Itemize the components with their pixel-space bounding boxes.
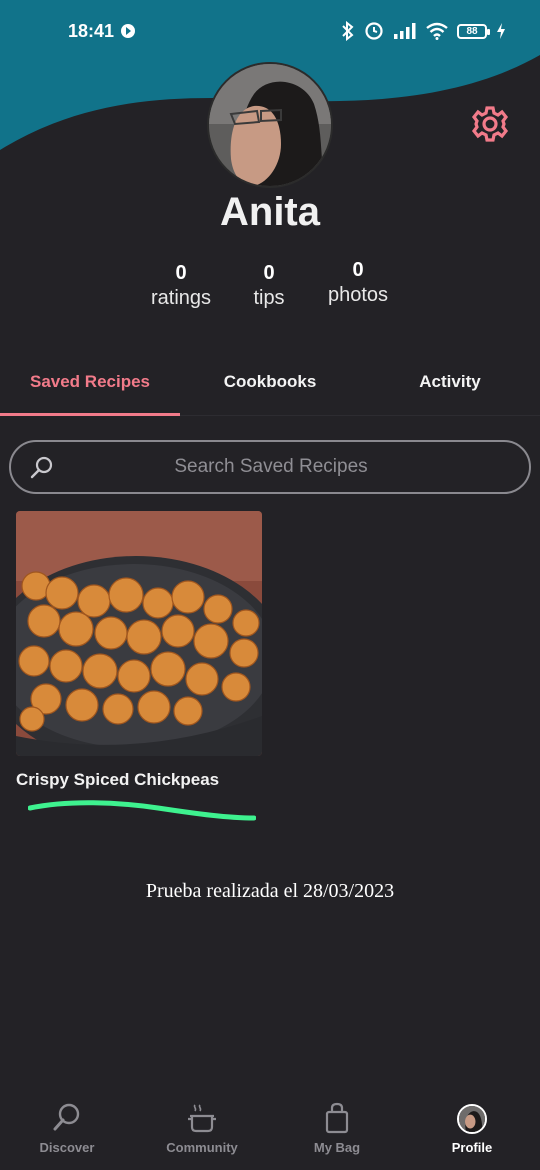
notification-icon bbox=[121, 24, 136, 38]
search-icon bbox=[30, 456, 53, 479]
search-icon bbox=[53, 1103, 80, 1131]
profile-avatar[interactable] bbox=[207, 62, 333, 188]
profile-tabs: Saved Recipes Cookbooks Activity bbox=[0, 360, 540, 416]
avatar-photo bbox=[209, 64, 331, 186]
status-icons: 88 bbox=[341, 21, 506, 41]
recipe-image bbox=[16, 511, 262, 756]
status-time-group: 18:41 bbox=[68, 21, 136, 42]
avatar-icon bbox=[457, 1104, 487, 1134]
search-input[interactable] bbox=[71, 452, 471, 482]
tab-activity[interactable]: Activity bbox=[360, 372, 540, 392]
stat-photos[interactable]: 0 photos bbox=[318, 259, 398, 307]
stat-ratings-value: 0 bbox=[175, 262, 187, 284]
recipe-card[interactable]: Crispy Spiced Chickpeas bbox=[16, 511, 262, 790]
nav-my-bag[interactable]: My Bag bbox=[282, 1092, 392, 1155]
active-tab-indicator bbox=[0, 413, 180, 416]
tab-cookbooks[interactable]: Cookbooks bbox=[180, 372, 360, 392]
bluetooth-icon bbox=[342, 21, 354, 41]
signal-icon bbox=[394, 23, 416, 39]
nav-profile-label: Profile bbox=[451, 1140, 493, 1155]
alarm-icon bbox=[365, 22, 383, 40]
status-bar: 18:41 88 bbox=[0, 0, 540, 62]
gear-icon[interactable] bbox=[470, 104, 510, 144]
stat-tips-value: 0 bbox=[263, 262, 275, 284]
shopping-bag-icon bbox=[325, 1102, 349, 1134]
nav-discover[interactable]: Discover bbox=[12, 1092, 122, 1155]
nav-my-bag-label: My Bag bbox=[313, 1140, 361, 1155]
stat-tips-label: tips bbox=[253, 287, 285, 309]
search-bar[interactable] bbox=[9, 440, 531, 494]
stat-ratings-label: ratings bbox=[150, 287, 212, 309]
nav-discover-label: Discover bbox=[39, 1140, 95, 1155]
charging-icon bbox=[497, 23, 505, 39]
test-date-note: Prueba realizada el 28/03/2023 bbox=[145, 880, 395, 902]
recipe-title[interactable]: Crispy Spiced Chickpeas bbox=[16, 770, 262, 790]
stat-ratings[interactable]: 0 ratings bbox=[141, 262, 221, 310]
profile-stats: 0 ratings 0 tips 0 photos bbox=[0, 259, 540, 322]
profile-name: Anita bbox=[220, 190, 320, 234]
nav-community[interactable]: Community bbox=[147, 1092, 257, 1155]
battery-level: 88 bbox=[466, 25, 478, 37]
bottom-nav: Discover Community My Bag Profile bbox=[0, 1092, 540, 1170]
wifi-icon bbox=[426, 22, 448, 40]
stat-photos-value: 0 bbox=[352, 259, 364, 281]
status-time: 18:41 bbox=[68, 20, 115, 41]
tab-saved-recipes[interactable]: Saved Recipes bbox=[0, 372, 180, 392]
nav-profile[interactable]: Profile bbox=[417, 1092, 527, 1155]
battery-icon: 88 bbox=[457, 23, 490, 39]
annotation-underline bbox=[28, 800, 256, 821]
nav-community-label: Community bbox=[166, 1140, 238, 1155]
pot-icon bbox=[188, 1104, 216, 1133]
stat-photos-label: photos bbox=[327, 284, 389, 306]
stat-tips[interactable]: 0 tips bbox=[239, 262, 299, 310]
